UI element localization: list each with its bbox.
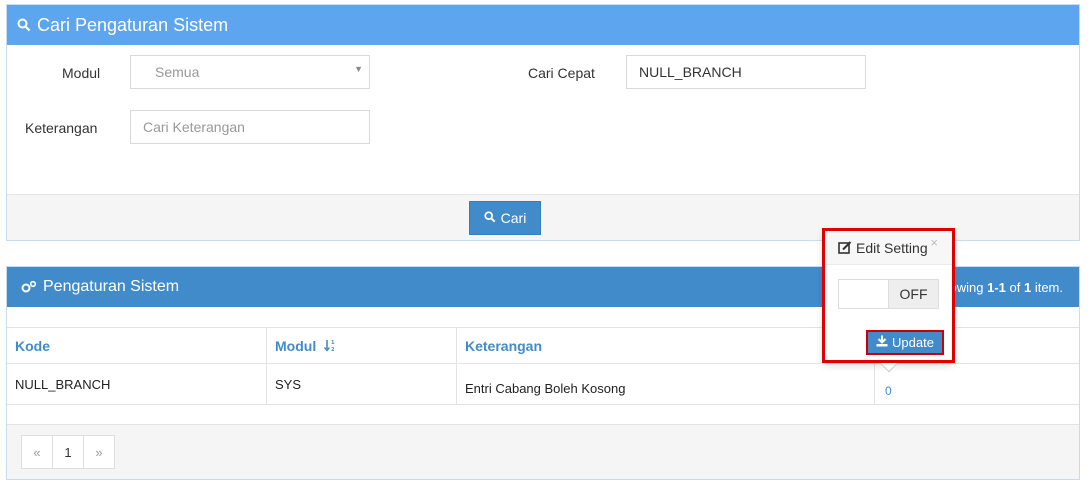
modul-select[interactable]: Semua ▼: [130, 55, 370, 89]
pagination-next[interactable]: »: [83, 435, 115, 469]
keterangan-placeholder: Cari Keterangan: [143, 119, 245, 135]
column-header-modul[interactable]: Modul 12: [267, 328, 457, 363]
cell-kode: NULL_BRANCH: [7, 364, 267, 404]
search-panel: Cari Pengaturan Sistem Modul Semua ▼ Car…: [6, 4, 1080, 241]
cell-modul: SYS: [267, 364, 457, 404]
keterangan-input[interactable]: Cari Keterangan: [130, 110, 370, 144]
cell-value: 0: [875, 364, 1079, 404]
download-icon: [876, 335, 888, 350]
search-panel-title: Cari Pengaturan Sistem: [37, 14, 229, 35]
search-icon: [17, 18, 31, 32]
toggle-state-label: OFF: [889, 280, 938, 308]
svg-text:2: 2: [331, 347, 335, 352]
gears-icon: [21, 280, 37, 294]
grid-footer: « 1 »: [7, 424, 1079, 479]
grid-panel-title: Pengaturan Sistem: [43, 278, 180, 295]
cari-cepat-label: Cari Cepat: [528, 65, 595, 81]
update-button-label: Update: [892, 335, 934, 350]
cari-cepat-value: NULL_BRANCH: [639, 64, 742, 80]
sort-asc-icon: 12: [324, 339, 336, 352]
pagination: « 1 »: [21, 435, 115, 469]
setting-toggle[interactable]: OFF: [838, 279, 939, 309]
grid-summary: owing 1-1 of 1 item.: [949, 279, 1063, 295]
table-row: NULL_BRANCH SYS Entri Cabang Boleh Koson…: [7, 364, 1079, 405]
close-icon[interactable]: ×: [930, 235, 938, 250]
cari-button-label: Cari: [500, 210, 527, 226]
column-header-kode[interactable]: Kode: [7, 328, 267, 363]
cell-keterangan: Entri Cabang Boleh Kosong: [457, 364, 875, 404]
edit-setting-popover: Edit Setting × OFF Update: [824, 230, 953, 373]
keterangan-label: Keterangan: [25, 120, 98, 136]
column-header-keterangan[interactable]: Keterangan: [457, 328, 875, 363]
cari-button[interactable]: Cari: [469, 201, 541, 235]
search-panel-header: Cari Pengaturan Sistem: [7, 5, 1079, 45]
pagination-page-1[interactable]: 1: [52, 435, 84, 469]
modul-select-value: Semua: [155, 64, 200, 80]
svg-text:1: 1: [331, 340, 335, 346]
value-link[interactable]: 0: [885, 384, 892, 398]
pagination-prev[interactable]: «: [21, 435, 53, 469]
cari-cepat-input[interactable]: NULL_BRANCH: [626, 55, 866, 89]
toggle-knob: [839, 280, 889, 308]
update-button[interactable]: Update: [866, 330, 944, 355]
search-icon: [484, 210, 496, 226]
modul-label: Modul: [62, 65, 101, 81]
popover-title: Edit Setting: [856, 239, 928, 256]
dropdown-caret-icon: ▼: [354, 64, 363, 74]
edit-icon: [838, 240, 852, 255]
